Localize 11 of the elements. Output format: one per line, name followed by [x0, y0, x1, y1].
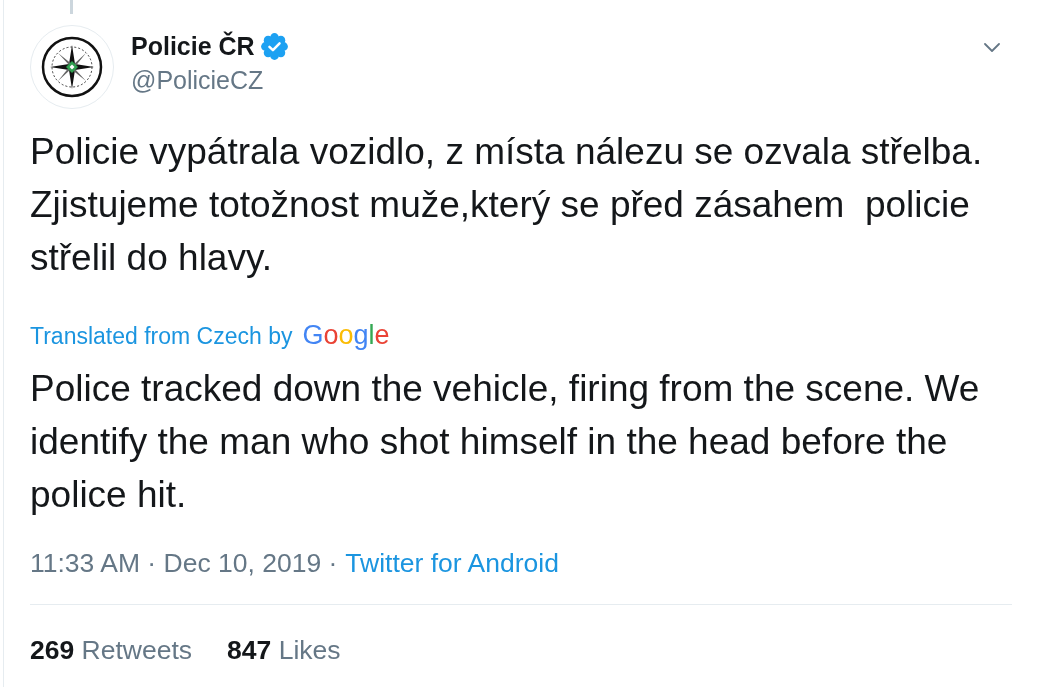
stat-link[interactable]: 269 Retweets — [30, 635, 193, 665]
author-handle[interactable]: @PolicieCZ — [131, 65, 264, 95]
stat-link[interactable]: 847 Likes — [227, 635, 341, 665]
tweet-text: Policie vypátrala vozidlo, z místa nálezu se ozvala střelba. Zjistujeme totožnost muže,který se před zásahem policie střelil do hlavy. — [30, 130, 984, 280]
author-name[interactable]: Policie ČR — [131, 32, 255, 60]
translation-label: Translated from Czech by — [30, 323, 293, 349]
translator-logo: Google — [302, 322, 390, 348]
chevron-icon — [984, 43, 1000, 52]
avatar-emblem[interactable] — [30, 25, 114, 109]
translated-text: Police tracked down the vehicle, firing from the scene. We identify the man who shot himself in the head before the police hit. — [30, 367, 981, 517]
tweet-timestamp[interactable]: 11:33 AM · Dec 10, 2019 · — [30, 548, 338, 578]
